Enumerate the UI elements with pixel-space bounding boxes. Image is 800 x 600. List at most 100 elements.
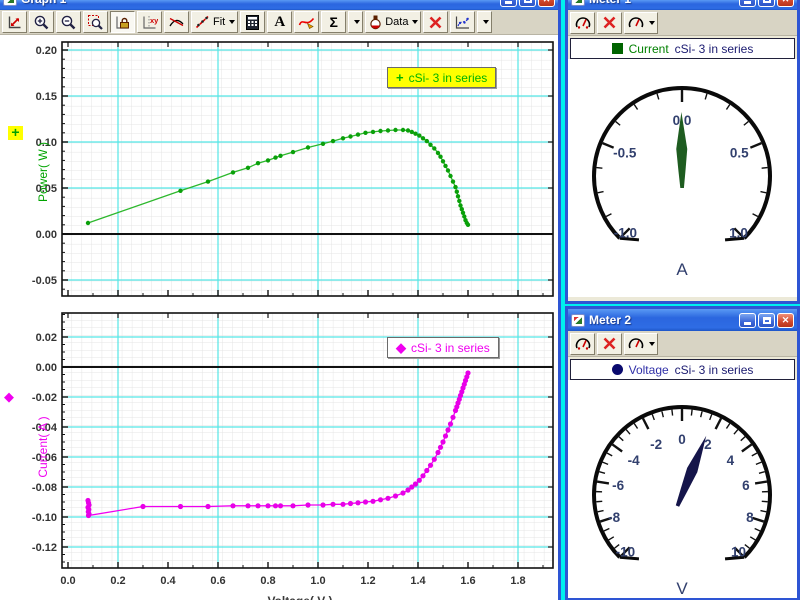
autoscale-icon xyxy=(6,14,23,31)
graph-window-titlebar[interactable]: Graph 1 ✕ xyxy=(0,0,558,10)
lock-axes-button[interactable] xyxy=(110,11,135,33)
svg-text:-0.02: -0.02 xyxy=(32,392,57,404)
meter2-titlebar[interactable]: Meter 2 ✕ xyxy=(568,309,797,331)
zoom-select-button[interactable] xyxy=(83,11,108,33)
meter1-maximize-button[interactable] xyxy=(758,0,775,7)
gauge-unit-label: V xyxy=(676,579,688,598)
meter2-channel-label: Voltage xyxy=(629,363,669,377)
svg-text:1.0: 1.0 xyxy=(729,226,748,241)
data-dropdown-caret xyxy=(412,20,418,24)
graph-window-icon xyxy=(3,0,17,6)
meter1-dataset-label: cSi- 3 in series xyxy=(675,42,754,56)
svg-text:-2: -2 xyxy=(650,437,662,452)
meter2-legend[interactable]: Voltage cSi- 3 in series xyxy=(570,359,795,380)
graph-window-title: Graph 1 xyxy=(21,0,498,6)
delete-button[interactable] xyxy=(423,11,448,33)
graph-window: Graph 1 ✕ xyxy=(0,0,561,600)
zoom-out-icon xyxy=(60,14,77,31)
current-axis-label[interactable]: Current( A ) xyxy=(36,416,50,477)
graph-options-button[interactable] xyxy=(450,11,475,33)
meter1-options-button[interactable] xyxy=(624,12,658,34)
svg-text:0.0: 0.0 xyxy=(60,575,75,587)
meter1-titlebar[interactable]: Meter 1 ✕ xyxy=(568,0,797,10)
examine-button[interactable]: xy xyxy=(137,11,162,33)
meter1-gauge-button[interactable] xyxy=(570,12,595,34)
svg-text:0.6: 0.6 xyxy=(210,575,225,587)
gauge-icon xyxy=(574,14,592,31)
meter2-gauge-button[interactable] xyxy=(570,333,595,355)
diamond-series-marker-icon: ◆ xyxy=(396,340,406,356)
draw-prediction-icon xyxy=(298,14,315,31)
zoom-select-icon xyxy=(87,14,104,31)
svg-text:-0.12: -0.12 xyxy=(32,542,57,554)
gauge-icon xyxy=(574,335,592,352)
svg-text:0.00: 0.00 xyxy=(36,362,57,374)
statistics-dropdown-caret xyxy=(354,20,360,24)
curve-fit-button[interactable]: Fit xyxy=(191,11,238,33)
minimize-button[interactable] xyxy=(500,0,517,7)
svg-text:0.4: 0.4 xyxy=(160,575,176,587)
maximize-button[interactable] xyxy=(519,0,536,7)
svg-text:-0.05: -0.05 xyxy=(32,275,57,287)
data-bottle-icon xyxy=(368,14,383,31)
meter2-options-caret xyxy=(649,342,655,346)
zoom-in-button[interactable] xyxy=(29,11,54,33)
power-axis-marker-icon[interactable]: + xyxy=(8,126,23,140)
top-plot-legend[interactable]: + cSi- 3 in series xyxy=(387,67,496,88)
meter1-gauge[interactable]: -1.0-0.50.00.51.0A xyxy=(568,59,797,297)
svg-text:0.00: 0.00 xyxy=(36,229,57,241)
top-legend-label: cSi- 3 in series xyxy=(409,71,488,85)
graph-options-dropdown-caret xyxy=(483,20,489,24)
power-axis-label[interactable]: Power( W ) xyxy=(36,142,50,202)
svg-text:4: 4 xyxy=(727,453,735,468)
calculator-icon xyxy=(244,14,261,31)
tangent-icon xyxy=(168,14,185,31)
statistics-label: Σ xyxy=(330,14,338,30)
meter1-window: Meter 1 ✕ xyxy=(565,0,800,304)
voltage-axis-label[interactable]: Voltage( V ) xyxy=(267,594,332,600)
statistics-button[interactable]: Σ xyxy=(321,11,346,33)
statistics-dropdown-button[interactable] xyxy=(348,11,363,33)
svg-text:0.5: 0.5 xyxy=(730,145,749,160)
graph-options-dropdown-button[interactable] xyxy=(477,11,492,33)
tangent-button[interactable] xyxy=(164,11,189,33)
meter2-window-icon xyxy=(571,314,585,327)
bottom-legend-label: cSi- 3 in series xyxy=(411,341,490,355)
meter1-legend[interactable]: Current cSi- 3 in series xyxy=(570,38,795,59)
text-annotation-button[interactable]: A xyxy=(267,11,292,33)
calculator-button[interactable] xyxy=(240,11,265,33)
gauge-unit-label: A xyxy=(676,260,688,279)
meter1-close-button[interactable]: ✕ xyxy=(777,0,794,7)
svg-text:10: 10 xyxy=(731,545,746,560)
svg-text:-6: -6 xyxy=(612,478,624,493)
autoscale-button[interactable] xyxy=(2,11,27,33)
meter2-maximize-button[interactable] xyxy=(758,313,775,328)
meter1-minimize-button[interactable] xyxy=(739,0,756,7)
meter2-delete-button[interactable] xyxy=(597,333,622,355)
fit-dropdown-caret xyxy=(229,20,235,24)
meter2-window: Meter 2 ✕ xyxy=(565,306,800,600)
meter1-window-title: Meter 1 xyxy=(589,0,737,6)
zoom-out-button[interactable] xyxy=(56,11,81,33)
voltage-series-marker-icon xyxy=(612,364,623,375)
meter2-minimize-button[interactable] xyxy=(739,313,756,328)
data-menu-label: Data xyxy=(385,16,408,28)
svg-text:1.8: 1.8 xyxy=(510,575,525,587)
meter2-toolbar xyxy=(568,331,797,357)
close-button[interactable]: ✕ xyxy=(538,0,555,7)
fit-button-label: Fit xyxy=(213,16,225,28)
svg-text:-0.10: -0.10 xyxy=(32,512,57,524)
svg-text:-0.5: -0.5 xyxy=(613,145,637,160)
draw-prediction-button[interactable] xyxy=(294,11,319,33)
meter2-close-button[interactable]: ✕ xyxy=(777,313,794,328)
meter1-delete-button[interactable] xyxy=(597,12,622,34)
examine-icon: xy xyxy=(141,14,158,31)
graph-plot-area[interactable]: 0.200.150.100.050.00-0.050.00.20.40.60.8… xyxy=(0,35,557,600)
delete-x-icon xyxy=(601,14,618,31)
data-menu-button[interactable]: Data xyxy=(365,11,421,33)
bottom-plot-legend[interactable]: ◆ cSi- 3 in series xyxy=(387,337,499,358)
meter2-options-button[interactable] xyxy=(624,333,658,355)
current-axis-marker-icon[interactable]: ◆ xyxy=(4,389,14,405)
delete-x-icon xyxy=(427,14,444,31)
meter2-gauge[interactable]: -10-8-6-4-20246810V xyxy=(568,380,797,598)
